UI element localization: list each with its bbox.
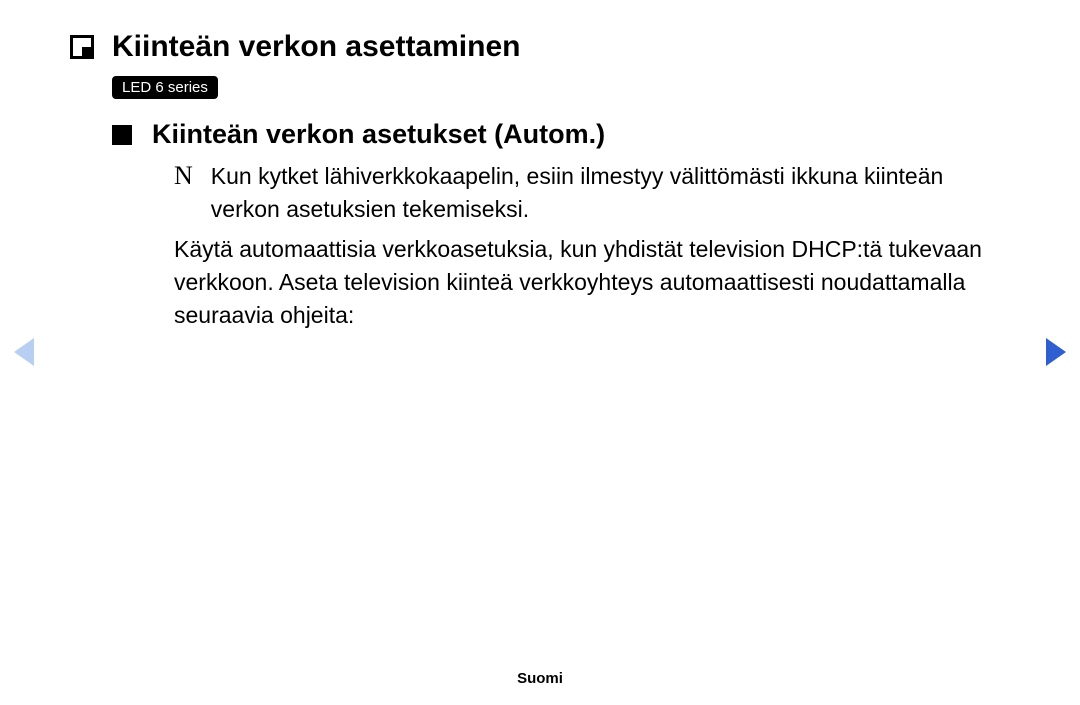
series-badge: LED 6 series [112,76,218,99]
next-page-button[interactable] [1046,338,1066,366]
heading-2: Kiinteän verkon asetukset (Autom.) [152,119,605,150]
square-bullet-icon [112,125,132,145]
note-row: N Kun kytket lähiverkkokaapelin, esiin i… [174,160,1010,227]
chevron-right-icon [1046,338,1066,366]
heading-1-row: Kiinteän verkon asettaminen [70,30,1010,64]
body-paragraph: Käytä automaattisia verkkoasetuksia, kun… [174,233,1010,333]
chevron-left-icon [14,338,34,366]
note-icon: N [174,160,193,191]
section-bullet-icon [70,35,94,59]
page-content: Kiinteän verkon asettaminen LED 6 series… [0,0,1080,333]
note-text: Kun kytket lähiverkkokaapelin, esiin ilm… [211,160,1010,227]
prev-page-button[interactable] [14,338,34,366]
heading-1: Kiinteän verkon asettaminen [112,30,520,64]
heading-2-row: Kiinteän verkon asetukset (Autom.) [112,119,1010,150]
footer-language: Suomi [0,670,1080,687]
